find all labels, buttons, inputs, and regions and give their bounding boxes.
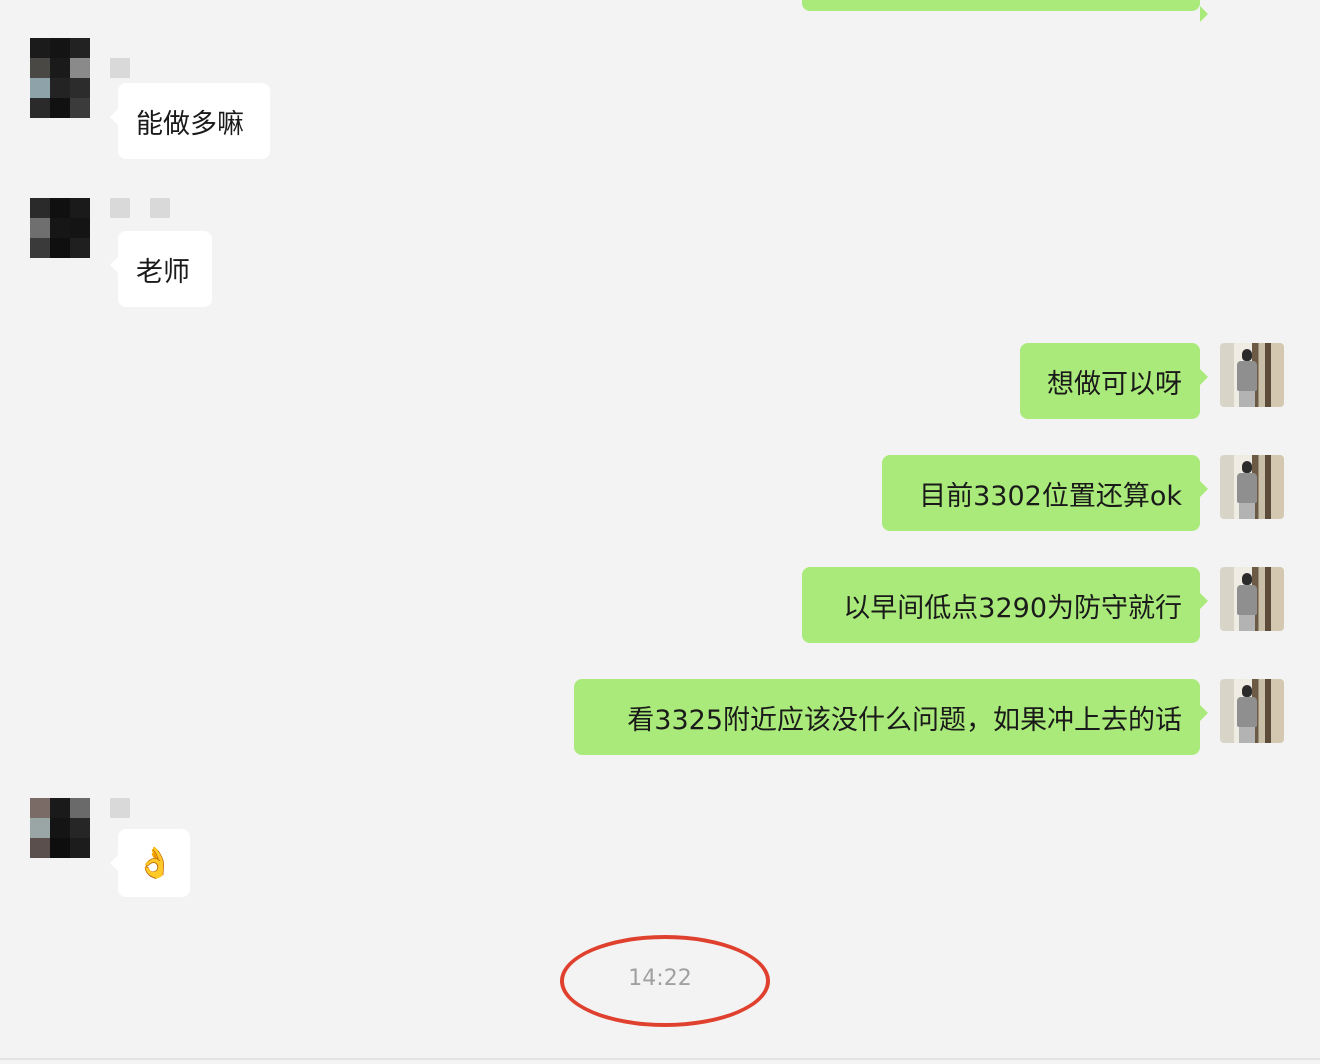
contact-avatar[interactable] [30,798,90,858]
self-avatar[interactable] [1220,455,1284,519]
message-text: 能做多嘛 [136,108,244,140]
message-bubble[interactable]: 以早间低点3290为防守就行 [802,567,1208,643]
message-bubble[interactable]: 老师 [110,231,212,307]
message-bubble[interactable]: 👌 [110,829,190,897]
ok-hand-emoji: 👌 [136,845,174,881]
message-bubble[interactable]: 看3325附近应该没什么问题，如果冲上去的话 [574,679,1208,755]
sender-name-blurred [110,198,170,218]
message-text: 老师 [136,256,190,288]
highlight-circle [560,935,770,1027]
message-bubble[interactable]: 能做多嘛 [110,83,270,159]
sender-name-blurred [110,798,130,818]
self-avatar[interactable] [1220,343,1284,407]
message-text: 目前3302位置还算ok [919,480,1182,512]
person-photo-icon [1234,685,1260,743]
person-photo-icon [1234,349,1260,407]
self-avatar[interactable] [1220,567,1284,631]
person-photo-icon [1234,573,1260,631]
message-bubble[interactable]: 想做可以呀 [1020,343,1208,419]
contact-avatar[interactable] [30,38,90,118]
sender-name-blurred [110,58,130,78]
self-avatar[interactable] [1220,679,1284,743]
contact-avatar[interactable] [30,198,90,258]
person-photo-icon [1234,461,1260,519]
message-text: 看3325附近应该没什么问题，如果冲上去的话 [627,704,1182,736]
message-text: 以早间低点3290为防守就行 [843,592,1182,624]
message-bubble-partial[interactable] [802,0,1208,22]
message-text: 想做可以呀 [1047,368,1182,400]
divider [0,1058,1320,1060]
message-bubble[interactable]: 目前3302位置还算ok [882,455,1208,531]
chat-window: 能做多嘛 老师 想做可以呀 目前3302位置还算ok 以早间低点3290为防守就… [0,0,1320,1064]
